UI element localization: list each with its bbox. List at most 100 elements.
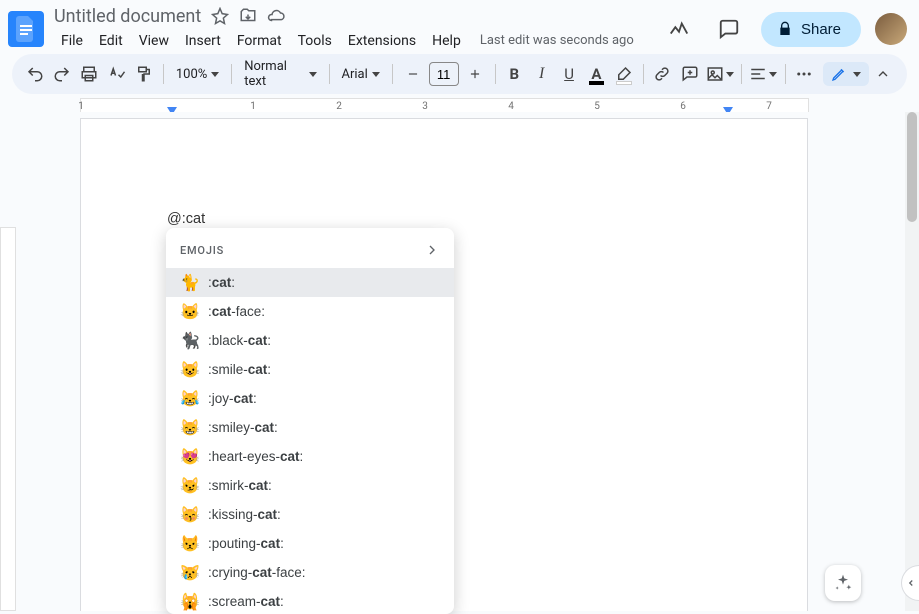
emoji-popup-header: EMOJIS (180, 244, 224, 257)
toolbar: 100% Normal text Arial B I U A (12, 54, 907, 94)
emoji-item[interactable]: 😹:joy-cat: (166, 384, 454, 413)
emoji-item[interactable]: 🐱:cat-face: (166, 297, 454, 326)
separator (163, 64, 164, 84)
emoji-item[interactable]: 😽:kissing-cat: (166, 500, 454, 529)
emoji-item[interactable]: 🐈‍⬛:black-cat: (166, 326, 454, 355)
emoji-code: :smile-cat: (208, 362, 271, 377)
emoji-glyph: 😻 (180, 447, 198, 467)
menu-edit[interactable]: Edit (92, 29, 130, 53)
paint-format-button[interactable] (132, 60, 157, 88)
emoji-code: :heart-eyes-cat: (208, 449, 303, 464)
emoji-list[interactable]: 🐈:cat:🐱:cat-face:🐈‍⬛:black-cat: 😺 :smile-c… (166, 268, 454, 614)
menu-file[interactable]: File (54, 29, 90, 53)
avatar[interactable] (875, 13, 907, 45)
explore-button[interactable] (825, 565, 861, 601)
document-text[interactable]: @:cat (167, 211, 205, 227)
emoji-code: :cat: (208, 275, 235, 290)
emoji-item[interactable]: 😻 :heart-eyes-cat: (166, 442, 454, 471)
paragraph-style-select[interactable]: Normal text (238, 60, 322, 88)
emoji-item[interactable]: 😾:pouting-cat: (166, 529, 454, 558)
star-icon[interactable] (211, 7, 229, 25)
doc-title[interactable]: Untitled document (54, 6, 201, 27)
bold-button[interactable]: B (502, 60, 527, 88)
comments-icon[interactable] (711, 11, 747, 47)
align-button[interactable] (748, 60, 779, 88)
menu-help[interactable]: Help (425, 29, 468, 53)
typed-query: :cat (182, 211, 205, 227)
vertical-ruler[interactable] (0, 227, 16, 611)
separator (785, 64, 786, 84)
move-icon[interactable] (239, 7, 257, 25)
emoji-glyph: 🐈‍⬛ (180, 331, 198, 351)
emoji-item[interactable]: 😸 :smiley-cat: (166, 413, 454, 442)
highlight-color-button[interactable] (611, 60, 636, 88)
ruler-tick: 6 (680, 101, 686, 112)
emoji-glyph: 😸 (180, 418, 198, 438)
menu-extensions[interactable]: Extensions (341, 29, 423, 53)
undo-button[interactable] (22, 60, 47, 88)
emoji-item[interactable]: 🐈:cat: (166, 268, 454, 297)
insert-link-button[interactable] (649, 60, 674, 88)
font-family-select[interactable]: Arial (335, 60, 385, 88)
docs-logo[interactable] (8, 11, 44, 47)
emoji-code: :scream-cat: (208, 594, 284, 609)
cloud-status-icon[interactable] (267, 7, 285, 25)
insert-image-button[interactable] (704, 60, 735, 88)
caret-icon (769, 72, 777, 77)
emoji-item[interactable]: 😺 :smile-cat: (166, 355, 454, 384)
emoji-suggestion-popup: EMOJIS 🐈:cat:🐱:cat-face:🐈‍⬛:black-cat: 😺:… (166, 228, 454, 614)
sparkle-icon (833, 573, 853, 593)
typed-prefix: @ (167, 211, 182, 227)
increase-font-size-button[interactable] (461, 60, 489, 88)
italic-button[interactable]: I (529, 60, 554, 88)
text-color-button[interactable]: A (584, 60, 609, 88)
chevron-right-icon[interactable] (424, 242, 440, 258)
emoji-code: :smiley-cat: (208, 420, 278, 435)
menu-format[interactable]: Format (230, 29, 289, 53)
lock-icon (777, 21, 793, 37)
emoji-glyph: 😾 (180, 534, 198, 554)
font-size-input[interactable] (429, 62, 459, 86)
add-comment-button[interactable] (677, 60, 702, 88)
collapse-toolbar-button[interactable] (869, 60, 897, 88)
emoji-glyph: 😽 (180, 505, 198, 525)
paragraph-style-value: Normal text (244, 59, 304, 89)
pencil-icon (831, 66, 847, 82)
menu-insert[interactable]: Insert (178, 29, 228, 53)
scrollbar-thumb[interactable] (907, 112, 917, 222)
editing-mode-button[interactable] (823, 62, 869, 86)
activity-icon[interactable] (661, 11, 697, 47)
caret-icon (853, 72, 861, 77)
underline-button[interactable]: U (556, 60, 581, 88)
vertical-scrollbar[interactable] (905, 112, 919, 611)
ruler-tick: 7 (766, 101, 772, 112)
share-button[interactable]: Share (761, 12, 861, 47)
separator (329, 64, 330, 84)
decrease-font-size-button[interactable] (399, 60, 427, 88)
more-tools-button[interactable] (792, 60, 817, 88)
emoji-item[interactable]: 🙀 :scream-cat: (166, 587, 454, 614)
separator (495, 64, 496, 84)
print-button[interactable] (77, 60, 102, 88)
separator (392, 64, 393, 84)
separator (741, 64, 742, 84)
spellcheck-button[interactable] (104, 60, 129, 88)
ruler-tick: 1 (78, 101, 84, 112)
emoji-glyph: 😼 (180, 476, 198, 496)
ruler-tick: 4 (508, 101, 514, 112)
redo-button[interactable] (49, 60, 74, 88)
menu-tools[interactable]: Tools (291, 29, 339, 53)
zoom-value: 100% (176, 67, 207, 82)
emoji-code: :crying-cat-face: (208, 565, 306, 580)
emoji-glyph: 😹 (180, 389, 198, 409)
emoji-glyph: 🙀 (180, 592, 198, 612)
last-edit-text[interactable]: Last edit was seconds ago (480, 33, 634, 48)
font-family-value: Arial (341, 67, 367, 82)
separator (231, 64, 232, 84)
menu-view[interactable]: View (132, 29, 176, 53)
caret-icon (309, 72, 317, 77)
emoji-item[interactable]: 😿:crying-cat-face: (166, 558, 454, 587)
zoom-select[interactable]: 100% (170, 60, 225, 88)
emoji-glyph: 😺 (180, 360, 198, 380)
emoji-item[interactable]: 😼:smirk-cat: (166, 471, 454, 500)
